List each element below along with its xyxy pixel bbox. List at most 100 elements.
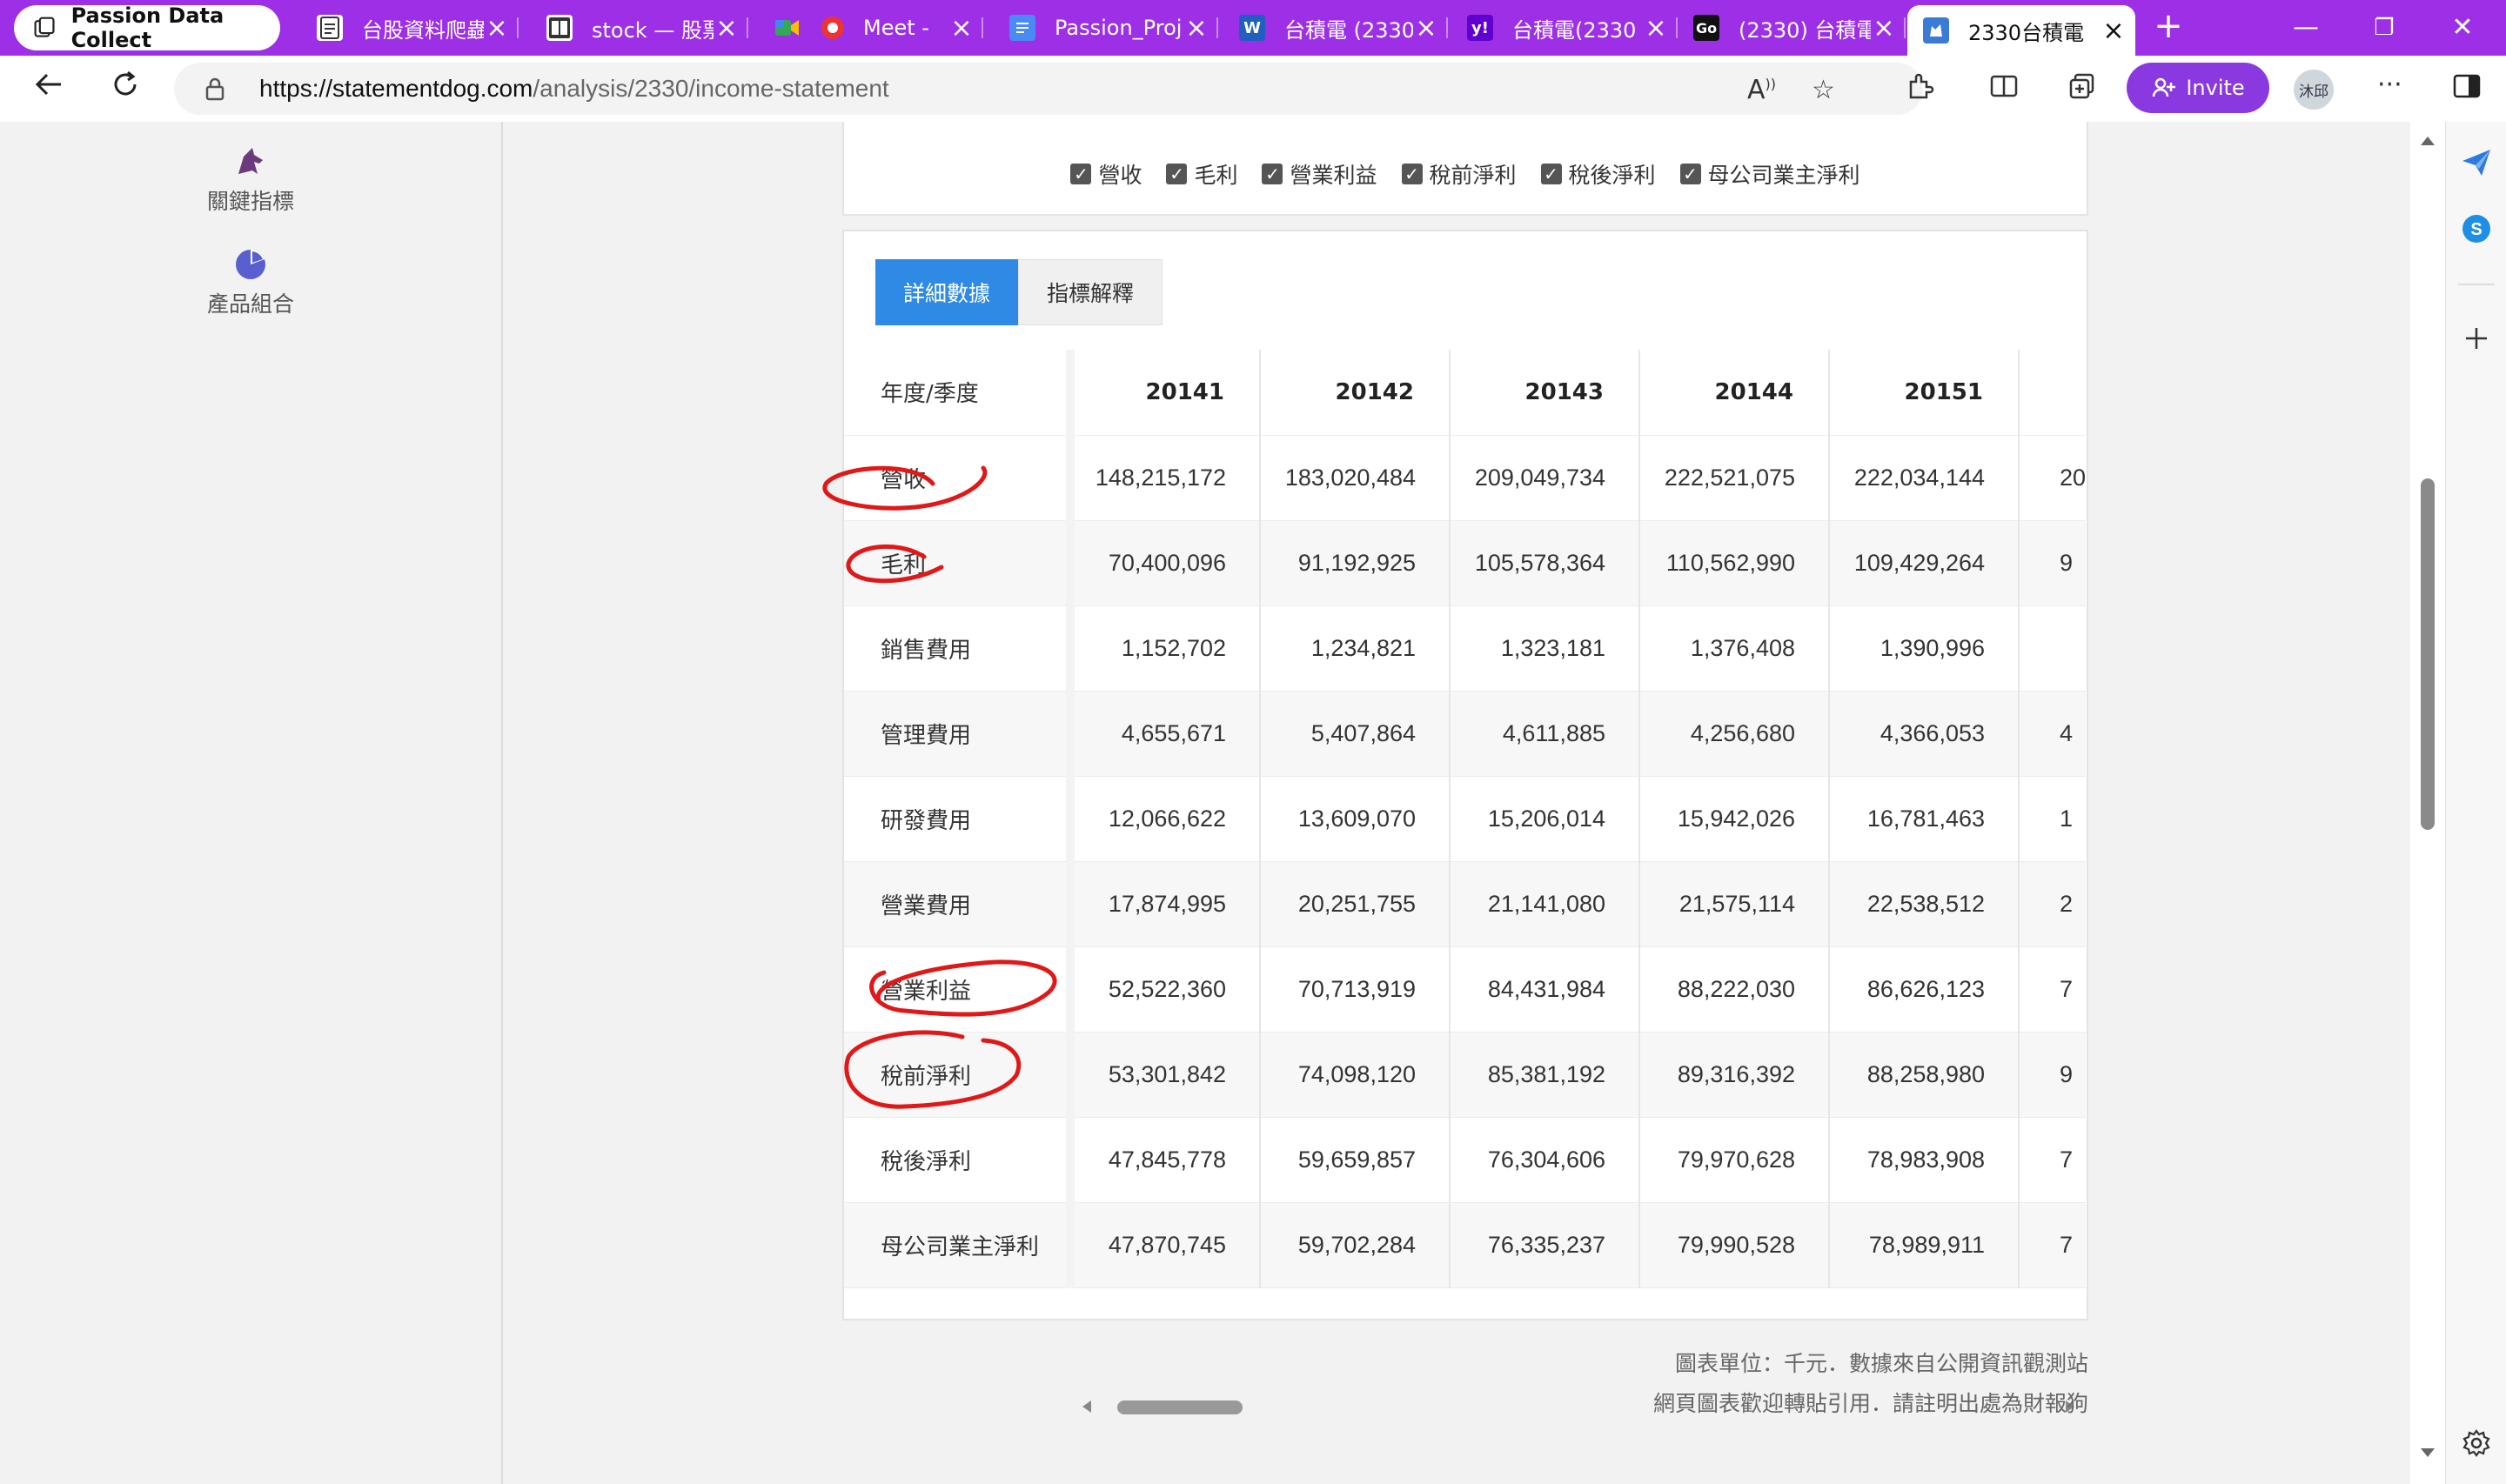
tab-goodinfo[interactable]: Go (2330) 台積電 × <box>1678 5 1906 50</box>
table-row: 營業利益 52,522,360 70,713,919 84,431,984 88… <box>844 946 2087 1033</box>
book-icon <box>546 15 573 41</box>
more-menu-icon[interactable]: ··· <box>2377 70 2402 100</box>
profile-workspace-tab[interactable]: Passion Data Collect <box>14 3 280 52</box>
extensions-icon[interactable] <box>1906 71 1935 108</box>
table-cell-partial: 4 <box>2019 691 2087 777</box>
table-row: 稅前淨利 53,301,842 74,098,120 85,381,192 89… <box>844 1032 2087 1118</box>
row-label: 管理費用 <box>844 691 1075 777</box>
tab-yahoo[interactable]: y! 台積電(2330 × <box>1451 5 1678 50</box>
filter-checkbox-parent-net-income[interactable]: ✓ 母公司業主淨利 <box>1679 158 1860 190</box>
tab-detailed-data[interactable]: 詳細數據 <box>875 259 1019 325</box>
table-cell: 148,215,172 <box>1070 435 1261 521</box>
tab-passion-project[interactable]: Passion_Proj × <box>994 5 1218 50</box>
filter-checkbox-operating-income[interactable]: ✓ 營業利益 <box>1262 158 1377 190</box>
minimize-button[interactable]: — <box>2271 7 2341 49</box>
column-header-partial <box>2019 350 2087 436</box>
table-cell-partial: 7 <box>2019 1117 2087 1203</box>
filter-checkbox-net-income[interactable]: ✓ 稅後淨利 <box>1540 158 1656 190</box>
address-bar[interactable]: https://statementdog.com/analysis/2330/i… <box>174 63 1923 115</box>
tab-title: 台積電(2330 <box>1512 17 1637 43</box>
checkbox-checked-icon: ✓ <box>1070 164 1092 184</box>
favorite-star-icon[interactable]: ☆ <box>1812 75 1835 105</box>
reload-button[interactable] <box>104 68 146 110</box>
sidebar-item-product-mix[interactable]: 產品組合 <box>0 247 501 318</box>
table-cell: 88,222,030 <box>1639 946 1830 1033</box>
close-icon[interactable]: × <box>714 13 740 43</box>
table-cell-partial: 1 <box>2019 776 2087 862</box>
checkbox-checked-icon: ✓ <box>1679 164 1701 184</box>
table-cell: 183,020,484 <box>1260 435 1451 521</box>
table-cell: 4,611,885 <box>1450 691 1640 777</box>
meet-icon <box>774 15 801 41</box>
tab-statementdog-active[interactable]: 2330台積電 × <box>1907 5 2135 56</box>
tab-title: 2330台積電 <box>1968 20 2085 45</box>
filter-checkbox-pretax-income[interactable]: ✓ 稅前淨利 <box>1401 158 1517 190</box>
sidebar-item-key-metrics[interactable]: 關鍵指標 <box>0 144 501 216</box>
close-icon[interactable]: × <box>484 13 510 43</box>
table-cell: 105,578,364 <box>1450 520 1640 606</box>
row-label: 營收 <box>844 435 1075 521</box>
close-icon[interactable]: × <box>948 13 975 43</box>
tab-meet[interactable]: Meet - × <box>759 5 983 50</box>
avatar[interactable]: 沐邱 <box>2294 70 2334 110</box>
tab-metric-explanation[interactable]: 指標解釋 <box>1018 259 1163 325</box>
table-cell: 222,034,144 <box>1829 435 2020 521</box>
table-cell: 1,376,408 <box>1639 605 1830 692</box>
split-screen-icon[interactable] <box>1989 71 2019 108</box>
restore-button[interactable]: ❐ <box>2349 7 2419 49</box>
new-tab-button[interactable]: + <box>2149 9 2188 47</box>
table-cell: 1,323,181 <box>1450 605 1640 692</box>
yahoo-icon: y! <box>1467 15 1493 41</box>
table-cell: 1,390,996 <box>1829 605 2020 692</box>
filter-checkbox-revenue[interactable]: ✓ 營收 <box>1070 158 1142 190</box>
send-icon[interactable] <box>2460 146 2493 179</box>
column-header: 20151 <box>1829 350 2020 436</box>
close-icon[interactable]: × <box>1183 13 1209 43</box>
table-cell: 17,874,995 <box>1070 861 1261 947</box>
table-cell: 84,431,984 <box>1450 946 1640 1033</box>
filter-checkbox-gross-profit[interactable]: ✓ 毛利 <box>1166 158 1237 190</box>
tab-stock-book[interactable]: stock — 股票 × <box>531 5 748 50</box>
tab-taigu-crawler[interactable]: 台股資料爬蟲 × <box>301 5 519 50</box>
sidebar-toggle-icon[interactable] <box>2452 71 2482 108</box>
tab-wantgoo[interactable]: W 台積電 (2330 × <box>1223 5 1448 50</box>
table-cell: 91,192,925 <box>1260 520 1451 606</box>
close-icon[interactable]: × <box>1413 13 1439 43</box>
table-cell: 74,098,120 <box>1260 1032 1451 1118</box>
add-icon[interactable] <box>2463 325 2489 351</box>
close-icon[interactable]: × <box>2101 16 2127 46</box>
close-icon[interactable]: × <box>1871 13 1897 43</box>
back-button[interactable] <box>28 68 70 110</box>
row-label: 銷售費用 <box>844 605 1075 692</box>
gear-icon[interactable] <box>2462 1428 2491 1458</box>
invite-button[interactable]: Invite <box>2127 63 2269 113</box>
left-sidebar: 關鍵指標 產品組合 <box>0 122 503 1484</box>
lock-icon <box>205 77 224 101</box>
scroll-down-arrow-icon[interactable] <box>2419 1446 2436 1460</box>
skype-icon[interactable]: S <box>2460 212 2493 245</box>
table-cell: 79,970,628 <box>1639 1117 1830 1203</box>
reload-icon <box>114 70 137 96</box>
scrollbar-thumb[interactable] <box>1117 1400 1243 1414</box>
footnote-attribution: 網頁圖表歡迎轉貼引用．請註明出處為財報狗 <box>1652 1391 2088 1416</box>
table-cell: 79,990,528 <box>1639 1202 1830 1288</box>
table-cell: 88,258,980 <box>1829 1032 2020 1118</box>
read-aloud-icon[interactable]: A)) <box>1747 75 1776 105</box>
table-cell-partial: 7 <box>2019 946 2087 1033</box>
collections-icon[interactable] <box>2067 71 2097 108</box>
table-cell: 13,609,070 <box>1260 776 1451 862</box>
view-tabs: 詳細數據 指標解釋 <box>875 259 1163 325</box>
column-header: 20141 <box>1070 350 1261 436</box>
income-statement-table: 年度/季度 20141 20142 20143 20144 20151 營收 1… <box>844 350 2087 1288</box>
table-cell-partial: 2 <box>2019 861 2087 947</box>
table-cell: 20,251,755 <box>1260 861 1451 947</box>
page-vertical-scrollbar[interactable] <box>2410 122 2445 1484</box>
table-cell: 59,659,857 <box>1260 1117 1451 1203</box>
checkbox-checked-icon: ✓ <box>1401 164 1423 184</box>
scrollbar-thumb[interactable] <box>2421 478 2435 830</box>
close-icon[interactable]: × <box>1643 13 1669 43</box>
scroll-left-arrow-icon[interactable] <box>1079 1399 1095 1414</box>
table-cell: 4,655,671 <box>1070 691 1261 777</box>
scroll-up-arrow-icon[interactable] <box>2419 134 2436 148</box>
close-window-button[interactable]: ✕ <box>2428 7 2497 49</box>
